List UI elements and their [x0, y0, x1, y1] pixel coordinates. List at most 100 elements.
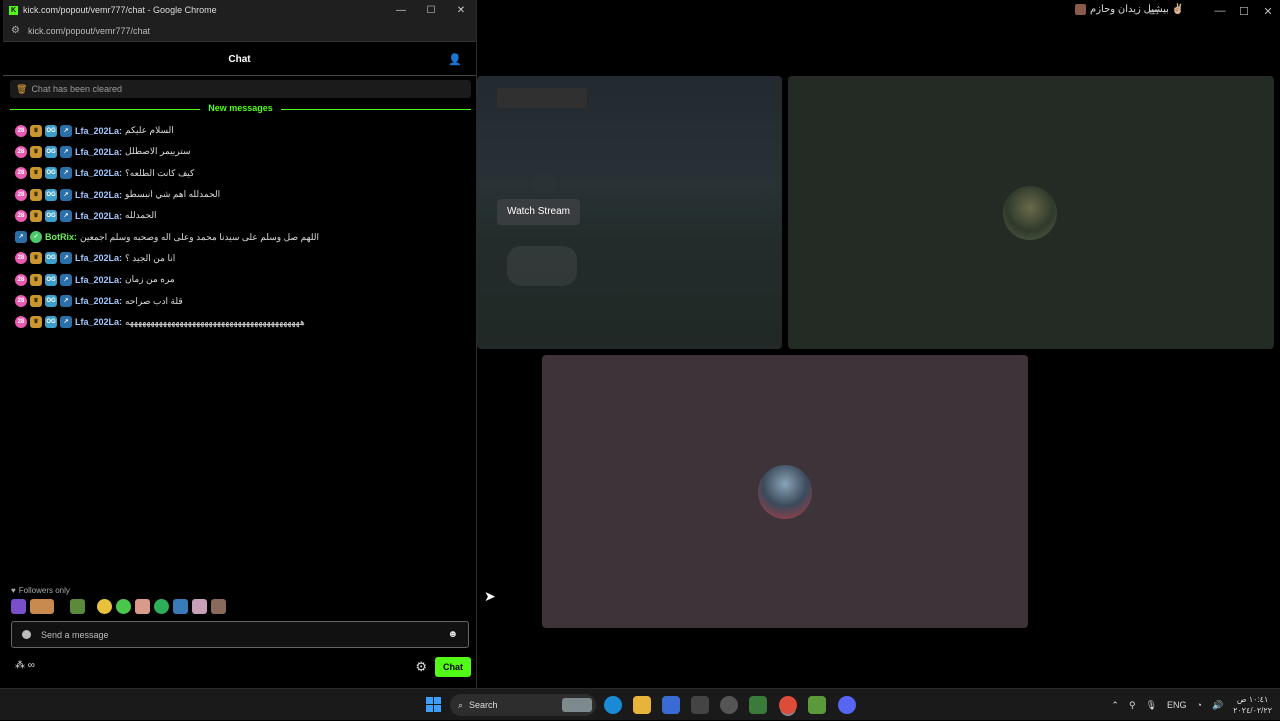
username[interactable]: Lfa_202La:: [75, 211, 122, 221]
username[interactable]: Lfa_202La:: [75, 296, 122, 306]
verified-badge-icon: ↗: [60, 252, 72, 265]
username[interactable]: Lfa_202La:: [75, 317, 122, 327]
site-info-icon[interactable]: ⚙: [11, 25, 20, 36]
crown-badge-icon: ♛: [30, 252, 42, 265]
taskbar-search[interactable]: ⌕ Search: [450, 694, 596, 716]
message-list: 28 ♛ OG ↗ Lfa_202La: السلام عليكم 28 ♛ OG ↗ Lf…: [3, 120, 476, 333]
search-highlight-image: [562, 698, 592, 712]
message-input-wrapper[interactable]: ☻: [11, 621, 469, 648]
close-button[interactable]: ✕: [446, 5, 476, 16]
crown-badge-icon: ♛: [30, 209, 42, 222]
username[interactable]: Lfa_202La:: [75, 168, 122, 178]
maximize-button[interactable]: ☐: [416, 5, 446, 16]
emote-icon[interactable]: [11, 599, 26, 614]
call-titlebar: بيشيل زيدان وحازم ✌🏼 ▭ ? — ☐ ✕: [477, 0, 1280, 22]
username[interactable]: Lfa_202La:: [75, 275, 122, 285]
username[interactable]: Lfa_202La:: [75, 253, 122, 263]
help-icon[interactable]: ?: [1166, 5, 1190, 17]
participant-tile[interactable]: [788, 76, 1274, 349]
emote-icon[interactable]: [30, 599, 54, 614]
emote-icon[interactable]: [173, 599, 188, 614]
chevron-up-icon[interactable]: ⌃: [1111, 700, 1119, 711]
watch-stream-button[interactable]: Watch Stream: [497, 199, 580, 225]
emote-icon[interactable]: [135, 599, 150, 614]
app-icon[interactable]: [720, 696, 738, 714]
chat-message[interactable]: 28 ♛ OG ↗ Lfa_202La: الحمدلله: [15, 205, 476, 226]
crown-badge-icon: ♛: [30, 145, 42, 158]
verified-badge-icon: ↗: [60, 188, 72, 201]
chrome-popout-window: K kick.com/popout/vemr777/chat - Google …: [3, 0, 477, 688]
chat-message[interactable]: 28 ♛ OG ↗ Lfa_202La: كيف كانت الطلعه؟: [15, 163, 476, 184]
wifi-icon[interactable]: ◔: [1197, 700, 1202, 710]
file-explorer-icon[interactable]: [633, 696, 651, 714]
verified-badge-icon: ↗: [15, 231, 27, 244]
language-indicator[interactable]: ENG: [1167, 700, 1187, 710]
emote-icon[interactable]: [211, 599, 226, 614]
username[interactable]: Lfa_202La:: [75, 147, 122, 157]
network-icon[interactable]: ⚲: [1129, 700, 1136, 711]
volume-icon[interactable]: 🔊: [1212, 700, 1223, 711]
sub-badge-icon: 28: [15, 209, 27, 222]
chrome-icon[interactable]: [779, 696, 797, 714]
chat-message[interactable]: 28 ♛ OG ↗ Lfa_202La: قلة ادب صراحه: [15, 290, 476, 311]
minimize-icon[interactable]: —: [1208, 5, 1232, 17]
url-bar[interactable]: ⚙ kick.com/popout/vemr777/chat: [3, 20, 476, 42]
discord-icon[interactable]: [838, 696, 856, 714]
stream-tile[interactable]: Watch Stream: [477, 76, 782, 349]
verified-badge-icon: ↗: [60, 209, 72, 222]
username[interactable]: Lfa_202La:: [75, 190, 122, 200]
message-text: اللهم صل وسلم على سيدنا محمد وعلى اله وص…: [80, 231, 319, 242]
users-icon[interactable]: 👤: [448, 53, 462, 66]
close-icon[interactable]: ✕: [1256, 5, 1280, 18]
message-text: هههههههههههههههههههههههههههههههههههههههه…: [125, 316, 305, 327]
bot-badge-icon: ✓: [30, 231, 42, 244]
emote-icon[interactable]: [97, 599, 112, 614]
settings-gear-icon[interactable]: ⚙: [415, 659, 427, 675]
username[interactable]: Lfa_202La:: [75, 126, 122, 136]
emote-icon[interactable]: [116, 599, 131, 614]
smiley-icon[interactable]: ☻: [447, 629, 458, 640]
sub-badge-icon: 28: [15, 167, 27, 180]
chat-message[interactable]: 28 ♛ OG ↗ Lfa_202La: الحمدلله اهم شي انبسطو: [15, 184, 476, 205]
app-icon[interactable]: [808, 696, 826, 714]
message-text: قلة ادب صراحه: [125, 295, 183, 306]
app-icon[interactable]: [749, 696, 767, 714]
participant-tile[interactable]: [542, 355, 1028, 628]
microphone-icon[interactable]: 🎙: [1146, 700, 1157, 711]
heart-icon: ♥: [11, 586, 16, 595]
chat-message[interactable]: 28 ♛ OG ↗ Lfa_202La: هههههههههههههههههههههه…: [15, 312, 476, 333]
sub-badge-icon: 28: [15, 145, 27, 158]
emote-icon[interactable]: [70, 599, 85, 614]
clock[interactable]: ١٠:٤١ ص ٢٠٢٤/٠٢/٢٢: [1233, 694, 1272, 716]
emote-icon[interactable]: [154, 599, 169, 614]
crown-badge-icon: ♛: [30, 295, 42, 308]
start-button[interactable]: [426, 697, 441, 712]
emote-icon[interactable]: [192, 599, 207, 614]
app-icon[interactable]: [691, 696, 709, 714]
send-chat-button[interactable]: Chat: [435, 657, 471, 677]
points-icon: ⁂: [15, 660, 25, 671]
chat-message[interactable]: ↗ ✓ BotRix: اللهم صل وسلم على سيدنا محمد …: [15, 226, 476, 247]
username[interactable]: BotRix:: [45, 232, 77, 242]
edge-icon[interactable]: [604, 696, 622, 714]
followers-only-indicator: ♥ Followers only: [11, 586, 70, 595]
points-indicator[interactable]: ⁂ ∞: [15, 660, 35, 671]
sub-badge-icon: 28: [15, 188, 27, 201]
store-icon[interactable]: [662, 696, 680, 714]
chat-footer: ⁂ ∞ ⚙ Chat: [15, 657, 471, 677]
maximize-icon[interactable]: ☐: [1232, 5, 1256, 18]
chat-message[interactable]: 28 ♛ OG ↗ Lfa_202La: مره من زمان: [15, 269, 476, 290]
message-text: كيف كانت الطلعه؟: [125, 167, 195, 178]
message-input[interactable]: [41, 629, 448, 640]
url-text[interactable]: kick.com/popout/vemr777/chat: [28, 26, 150, 36]
message-text: انا من الجيد ؟: [125, 252, 176, 263]
chat-message[interactable]: 28 ♛ OG ↗ Lfa_202La: السلام عليكم: [15, 120, 476, 141]
chat-message[interactable]: 28 ♛ OG ↗ Lfa_202La: انا من الجيد ؟: [15, 248, 476, 269]
server-avatar-icon: [1075, 4, 1086, 15]
sub-badge-icon: 28: [15, 252, 27, 265]
minimize-button[interactable]: —: [386, 5, 416, 16]
chat-message[interactable]: 28 ♛ OG ↗ Lfa_202La: سترييمر الاصطلل: [15, 141, 476, 162]
emote-picker-icon[interactable]: [22, 630, 31, 639]
crown-badge-icon: ♛: [30, 167, 42, 180]
inbox-icon[interactable]: ▭: [1142, 5, 1166, 18]
